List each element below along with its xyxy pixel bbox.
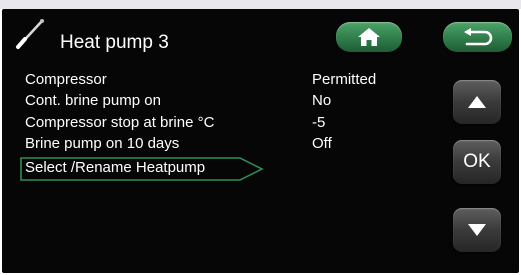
- arrow-up-icon: [468, 96, 486, 108]
- setting-value-cont-brine-pump[interactable]: No: [312, 92, 331, 110]
- setting-label-compressor[interactable]: Compressor: [25, 71, 107, 89]
- page-title: Heat pump 3: [60, 32, 169, 53]
- back-arrow-icon: [463, 28, 492, 46]
- arrow-down-icon: [468, 224, 486, 236]
- setting-label-brine-pump-10-days[interactable]: Brine pump on 10 days: [25, 135, 179, 153]
- back-button[interactable]: [443, 22, 512, 52]
- scroll-up-button[interactable]: [453, 80, 501, 124]
- menu-item-label: Select /Rename Heatpump: [25, 159, 206, 176]
- wrench-icon: [16, 19, 44, 49]
- menu-item-select-rename-heatpump[interactable]: Select /Rename Heatpump: [20, 157, 264, 181]
- setting-value-brine-pump-10-days[interactable]: Off: [312, 135, 332, 153]
- home-icon: [358, 28, 380, 46]
- setting-value-compressor[interactable]: Permitted: [312, 71, 376, 89]
- top-bezel: [0, 0, 521, 9]
- home-button[interactable]: [336, 22, 402, 52]
- ok-label: OK: [463, 151, 491, 172]
- setting-label-compressor-stop-brine[interactable]: Compressor stop at brine °C: [25, 114, 214, 132]
- setting-label-cont-brine-pump[interactable]: Cont. brine pump on: [25, 92, 161, 110]
- setting-value-compressor-stop-brine[interactable]: -5: [312, 114, 325, 132]
- scroll-down-button[interactable]: [453, 208, 501, 252]
- ok-button[interactable]: OK: [453, 140, 501, 184]
